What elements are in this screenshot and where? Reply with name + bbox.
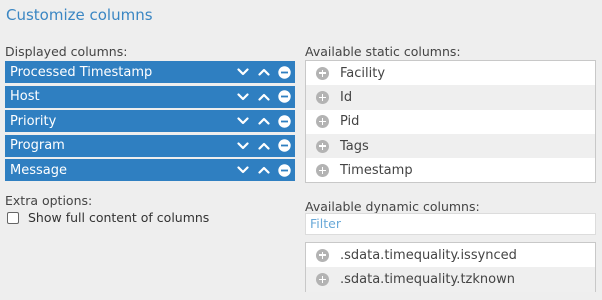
filter-input[interactable]: Filter bbox=[305, 213, 596, 235]
dynamic-column-item[interactable]: .sdata.timequality.issynced bbox=[306, 243, 595, 267]
page-title: Customize columns bbox=[6, 6, 153, 24]
add-icon[interactable] bbox=[316, 66, 329, 80]
static-column-label: Timestamp bbox=[340, 162, 413, 178]
displayed-columns-label: Displayed columns: bbox=[5, 44, 128, 59]
move-down-icon[interactable] bbox=[232, 110, 253, 132]
static-column-item[interactable]: Id bbox=[306, 85, 595, 110]
dynamic-column-label: .sdata.timequality.issynced bbox=[340, 247, 517, 263]
displayed-column-item[interactable]: Host bbox=[5, 85, 295, 108]
move-down-icon[interactable] bbox=[232, 86, 253, 108]
move-down-icon[interactable] bbox=[232, 135, 253, 157]
static-column-item[interactable]: Pid bbox=[306, 110, 595, 134]
remove-icon[interactable] bbox=[274, 86, 295, 108]
static-column-label: Facility bbox=[340, 65, 386, 81]
add-icon[interactable] bbox=[316, 90, 329, 104]
show-full-content-checkbox[interactable] bbox=[7, 211, 19, 224]
dynamic-columns-label: Available dynamic columns: bbox=[305, 199, 480, 214]
static-column-label: Tags bbox=[340, 138, 369, 154]
dynamic-column-item[interactable]: .sdata.timequality.tzknown bbox=[306, 267, 595, 292]
move-up-icon[interactable] bbox=[253, 159, 274, 181]
displayed-column-label: Host bbox=[10, 89, 40, 104]
add-icon[interactable] bbox=[316, 163, 329, 177]
displayed-column-label: Processed Timestamp bbox=[10, 64, 153, 80]
displayed-column-item[interactable]: Message bbox=[5, 159, 295, 181]
displayed-column-label: Message bbox=[10, 162, 67, 178]
displayed-columns-list: Processed Timestamp Host Priority Progra… bbox=[5, 61, 295, 184]
move-up-icon[interactable] bbox=[253, 61, 274, 83]
dynamic-column-label: .sdata.timequality.tzknown bbox=[340, 271, 515, 287]
show-full-content-label: Show full content of columns bbox=[28, 210, 210, 225]
move-up-icon[interactable] bbox=[253, 86, 274, 108]
add-icon[interactable] bbox=[316, 139, 329, 153]
move-up-icon[interactable] bbox=[253, 110, 274, 132]
displayed-column-label: Program bbox=[10, 138, 65, 153]
static-column-item[interactable]: Timestamp bbox=[306, 158, 595, 182]
add-icon[interactable] bbox=[316, 115, 329, 129]
add-icon[interactable] bbox=[316, 248, 329, 262]
displayed-column-item[interactable]: Program bbox=[5, 134, 295, 157]
static-column-label: Pid bbox=[340, 114, 360, 130]
extra-options-label: Extra options: bbox=[5, 193, 93, 208]
dynamic-columns-list: .sdata.timequality.issynced .sdata.timeq… bbox=[305, 242, 596, 292]
remove-icon[interactable] bbox=[274, 110, 295, 132]
remove-icon[interactable] bbox=[274, 61, 295, 83]
static-columns-list: Facility Id Pid Tags Timestamp bbox=[305, 60, 596, 183]
show-full-content-option[interactable]: Show full content of columns bbox=[7, 210, 209, 225]
move-up-icon[interactable] bbox=[253, 135, 274, 157]
displayed-column-item[interactable]: Processed Timestamp bbox=[5, 61, 295, 83]
move-down-icon[interactable] bbox=[232, 61, 253, 83]
remove-icon[interactable] bbox=[274, 135, 295, 157]
static-column-item[interactable]: Facility bbox=[306, 61, 595, 85]
remove-icon[interactable] bbox=[274, 159, 295, 181]
displayed-column-label: Priority bbox=[10, 113, 57, 129]
displayed-column-item[interactable]: Priority bbox=[5, 110, 295, 132]
static-columns-label: Available static columns: bbox=[305, 44, 461, 59]
add-icon[interactable] bbox=[316, 272, 329, 286]
static-column-label: Id bbox=[340, 89, 353, 105]
static-column-item[interactable]: Tags bbox=[306, 133, 595, 159]
move-down-icon[interactable] bbox=[232, 159, 253, 181]
